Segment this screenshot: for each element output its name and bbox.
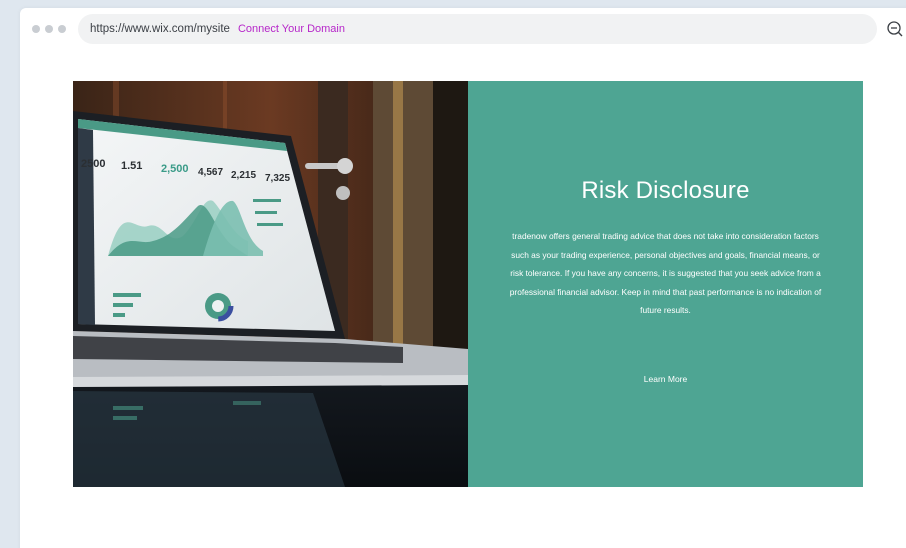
window-dot-1[interactable] — [32, 25, 40, 33]
address-bar[interactable]: https://www.wix.com/mysite Connect Your … — [78, 14, 877, 44]
learn-more-link[interactable]: Learn More — [468, 374, 863, 384]
stat-value-4: 4,567 — [198, 167, 223, 178]
section-title: Risk Disclosure — [581, 177, 750, 204]
stat-value-5: 2,215 — [231, 170, 256, 181]
laptop-photo: 2500 1.51 2,500 4,567 2,215 7,325 — [73, 81, 468, 487]
browser-window: https://www.wix.com/mysite Connect Your … — [20, 8, 906, 548]
laptop-image: 2500 1.51 2,500 4,567 2,215 7,325 — [73, 81, 468, 487]
risk-disclosure-panel: Risk Disclosure tradenow offers general … — [468, 81, 863, 487]
connect-domain-link[interactable]: Connect Your Domain — [238, 23, 345, 35]
stat-value-6: 7,325 — [265, 173, 290, 184]
window-controls — [32, 25, 66, 33]
browser-toolbar: https://www.wix.com/mysite Connect Your … — [20, 8, 906, 50]
window-dot-2[interactable] — [45, 25, 53, 33]
section-body: tradenow offers general trading advice t… — [509, 231, 822, 315]
risk-disclosure-section: 2500 1.51 2,500 4,567 2,215 7,325 Risk D… — [73, 81, 863, 487]
url-text: https://www.wix.com/mysite — [90, 23, 230, 35]
stat-value-2: 1.51 — [121, 160, 142, 172]
window-dot-3[interactable] — [58, 25, 66, 33]
stat-value-1: 2500 — [81, 158, 105, 170]
stat-value-3: 2,500 — [161, 163, 189, 175]
zoom-out-icon[interactable] — [886, 20, 904, 38]
